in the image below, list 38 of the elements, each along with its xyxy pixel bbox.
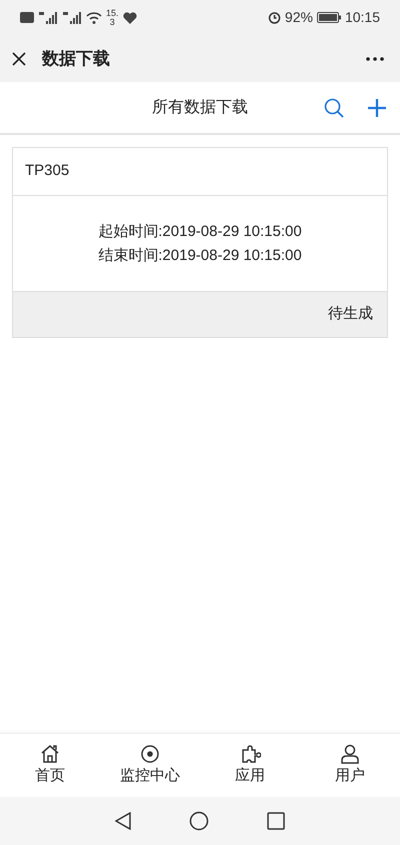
target-icon bbox=[139, 743, 161, 766]
close-button[interactable] bbox=[12, 52, 26, 66]
status-text: 待生成 bbox=[328, 304, 373, 324]
wifi-icon bbox=[86, 12, 102, 24]
add-button[interactable] bbox=[368, 98, 386, 116]
signal-icon bbox=[62, 12, 82, 24]
header-title: 所有数据下载 bbox=[152, 98, 248, 118]
nav-tab[interactable]: 用户 bbox=[300, 743, 400, 788]
battery-icon bbox=[316, 12, 341, 23]
search-button[interactable] bbox=[324, 98, 344, 118]
page-title: 数据下载 bbox=[42, 48, 110, 70]
more-button[interactable] bbox=[366, 56, 384, 60]
heart-icon bbox=[122, 12, 137, 24]
nav-tab[interactable]: 应用 bbox=[200, 743, 300, 788]
close-icon bbox=[12, 52, 26, 66]
more-icon bbox=[366, 56, 384, 60]
add-icon bbox=[368, 98, 386, 116]
battery-text: 92% bbox=[284, 8, 313, 27]
alarm-icon bbox=[268, 11, 281, 24]
end-time-text: 结束时间:2019-08-29 10:15:00 bbox=[98, 246, 302, 266]
clock-text: 10:15 bbox=[344, 8, 380, 27]
search-icon bbox=[324, 98, 344, 118]
recents-button[interactable] bbox=[267, 812, 285, 830]
home-button[interactable] bbox=[189, 811, 209, 831]
start-time-text: 起始时间:2019-08-29 10:15:00 bbox=[98, 222, 302, 242]
hd-icon bbox=[20, 12, 34, 23]
nav-tab[interactable]: 监控中心 bbox=[100, 743, 200, 788]
back-icon bbox=[115, 812, 131, 830]
home-icon bbox=[39, 743, 61, 766]
speed-text: 3 bbox=[108, 18, 116, 26]
circle-icon bbox=[189, 811, 209, 831]
signal-icon bbox=[38, 12, 58, 24]
speed-text: 15. bbox=[106, 8, 119, 18]
back-button[interactable] bbox=[115, 812, 131, 830]
user-icon bbox=[339, 743, 361, 766]
record-name: TP305 bbox=[25, 161, 70, 182]
square-icon bbox=[267, 812, 285, 830]
nav-tab[interactable]: 首页 bbox=[0, 743, 100, 788]
